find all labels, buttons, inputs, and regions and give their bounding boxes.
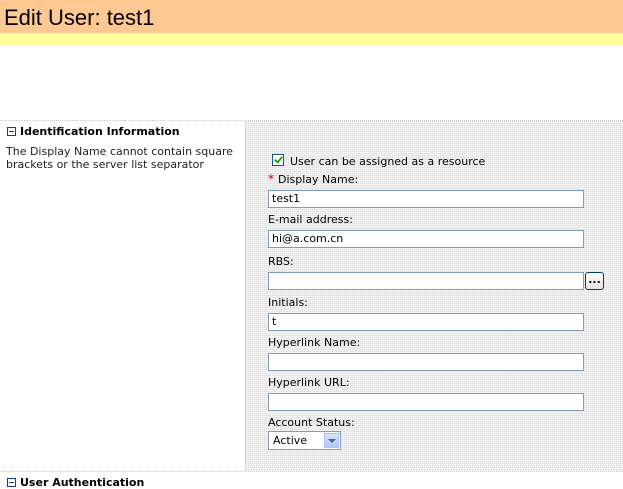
required-marker: * (268, 172, 274, 186)
hyperlink-url-label: Hyperlink URL: (268, 376, 350, 389)
hyperlink-name-input[interactable] (268, 353, 584, 371)
account-status-select[interactable]: Active (268, 431, 341, 450)
display-name-label: * Display Name: (268, 172, 359, 187)
rbs-input[interactable] (268, 272, 584, 290)
resource-checkbox[interactable] (272, 154, 284, 166)
initials-label: Initials: (268, 296, 308, 309)
account-status-label: Account Status: (268, 416, 355, 429)
chevron-down-icon[interactable] (324, 433, 339, 448)
account-status-value: Active (273, 434, 308, 447)
collapse-section-icon[interactable] (7, 127, 16, 136)
section-info-column (0, 121, 245, 471)
section-heading-identification: Identification Information (20, 125, 180, 138)
email-label: E-mail address: (268, 213, 353, 226)
display-name-input[interactable]: test1 (268, 190, 584, 208)
title-bar: Edit User: test1 (0, 0, 623, 33)
email-input[interactable]: hi@a.com.cn (268, 230, 584, 248)
resource-checkbox-label: User can be assigned as a resource (290, 155, 486, 168)
display-name-label-text: Display Name: (278, 173, 359, 186)
header-band (0, 33, 623, 46)
rbs-browse-button[interactable]: ... (585, 272, 604, 290)
hyperlink-name-label: Hyperlink Name: (268, 336, 361, 349)
rbs-label: RBS: (268, 255, 294, 268)
section-description: The Display Name cannot contain square b… (6, 145, 234, 171)
hyperlink-url-input[interactable] (268, 393, 584, 411)
page-title: Edit User: test1 (4, 5, 155, 30)
section-divider-bottom (0, 471, 623, 472)
initials-input[interactable]: t (268, 313, 584, 331)
